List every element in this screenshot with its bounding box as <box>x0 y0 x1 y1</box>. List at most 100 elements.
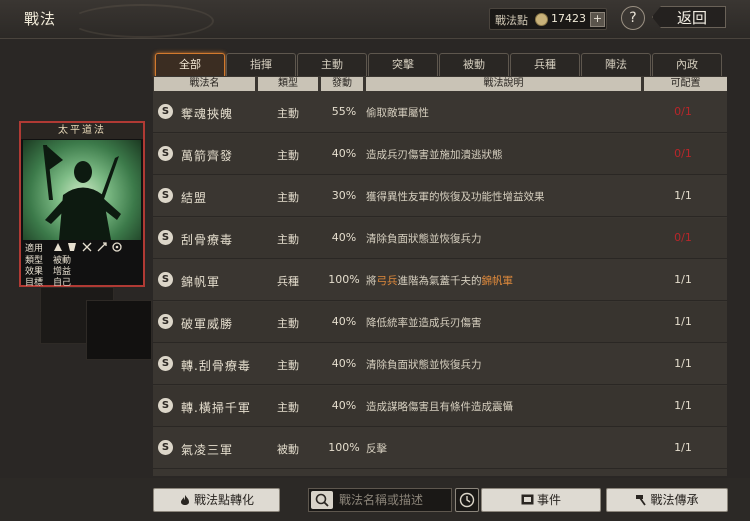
tactic-rate: 40% <box>331 315 357 328</box>
tactic-inherit-button[interactable]: 戰法傳承 <box>606 488 728 512</box>
tactic-desc: 偷取敵軍屬性 <box>366 107 429 119</box>
convert-points-label: 戰法點轉化 <box>193 493 254 507</box>
desc-text: 進階為氣蓋千夫的 <box>397 275 482 287</box>
grade-s-icon: S <box>158 188 173 203</box>
col-header-config: 可配置 <box>644 77 727 91</box>
tactic-name: 奪魂挾魄 <box>181 107 234 121</box>
tab-passive[interactable]: 被動 <box>439 53 509 76</box>
events-button[interactable]: 事件 <box>481 488 601 512</box>
tactic-name: 錦帆軍 <box>181 275 221 289</box>
tactic-rate: 100% <box>328 441 360 454</box>
fire-icon <box>180 495 189 505</box>
tactic-type: 主動 <box>277 107 299 120</box>
tactic-desc: 造成兵刃傷害並施加潰逃狀態 <box>366 149 503 161</box>
table-row[interactable]: S 結盟 主動 30% 獲得異性友軍的恢復及功能性增益效果 1/1 <box>153 176 727 217</box>
tactic-config: 1/1 <box>674 273 692 286</box>
table-header: 戰法名 類型 發動 戰法說明 可配置 <box>153 76 727 92</box>
tactic-type: 主動 <box>277 317 299 330</box>
hammer-icon <box>636 495 647 506</box>
table-body: S 奪魂挾魄 主動 55% 偷取敵軍屬性 0/1 S 萬箭齊發 主動 40% 造… <box>153 92 727 476</box>
search-field[interactable] <box>308 488 452 512</box>
col-header-desc: 戰法說明 <box>366 77 641 91</box>
grade-s-icon: S <box>158 356 173 371</box>
tactic-config: 1/1 <box>674 441 692 454</box>
tactic-type: 主動 <box>277 233 299 246</box>
tab-active[interactable]: 主動 <box>297 53 367 76</box>
tab-command[interactable]: 指揮 <box>226 53 296 76</box>
tactic-config: 1/1 <box>674 399 692 412</box>
scroll-icon <box>521 494 534 505</box>
tab-all[interactable]: 全部 <box>155 53 225 77</box>
col-header-name: 戰法名 <box>154 77 255 91</box>
table-row[interactable]: S 奪魂挾魄 主動 55% 偷取敵軍屬性 0/1 <box>153 92 727 133</box>
tactic-desc: 清除負面狀態並恢復兵力 <box>366 359 482 371</box>
top-bar: 戰法 戰法點 17423 + ? 返回 <box>0 0 750 39</box>
tactic-config: 1/1 <box>674 189 692 202</box>
desc-highlight-unit: 錦帆軍 <box>481 275 514 287</box>
tab-troop[interactable]: 兵種 <box>510 53 580 76</box>
help-button[interactable]: ? <box>621 6 645 30</box>
tactic-points-value: 17423 <box>551 12 586 25</box>
tactic-name: 氣凌三軍 <box>181 443 234 457</box>
tactic-config: 0/1 <box>674 105 692 118</box>
cloud-ornament <box>70 4 214 38</box>
tab-formation[interactable]: 陣法 <box>581 53 651 76</box>
tactic-desc: 將弓兵進階為氣蓋千夫的錦帆軍 <box>366 273 513 288</box>
tactic-points-label: 戰法點 <box>495 14 528 27</box>
tactic-desc: 造成謀略傷害且有條件造成震懾 <box>366 401 513 413</box>
col-header-rate: 發動 <box>321 77 363 91</box>
tactic-rate: 40% <box>331 231 357 244</box>
warrior-silhouette-icon <box>43 145 121 240</box>
tactic-name: 結盟 <box>181 191 208 205</box>
grade-s-icon: S <box>158 314 173 329</box>
tactic-name: 轉.橫掃千軍 <box>181 401 251 415</box>
search-input[interactable] <box>339 491 447 509</box>
tactic-rate: 40% <box>331 357 357 370</box>
page-title: 戰法 <box>24 10 57 28</box>
table-row[interactable]: S 轉.橫掃千軍 主動 40% 造成謀略傷害且有條件造成震懾 1/1 <box>153 386 727 427</box>
tactic-desc: 反擊 <box>366 443 387 455</box>
tactic-desc: 降低統率並造成兵刃傷害 <box>366 317 482 329</box>
tactic-desc: 清除負面狀態並恢復兵力 <box>366 233 482 245</box>
card-info-row-applies: 適用 <box>23 241 141 254</box>
table-row[interactable]: S 破軍威勝 主動 40% 降低統率並造成兵刃傷害 1/1 <box>153 302 727 343</box>
table-row[interactable]: S 刮骨療毒 主動 40% 清除負面狀態並恢復兵力 0/1 <box>153 218 727 259</box>
tab-internal[interactable]: 內政 <box>652 53 722 76</box>
desc-highlight-archer: 弓兵 <box>376 275 398 287</box>
tactic-type: 主動 <box>277 191 299 204</box>
tab-assault[interactable]: 突擊 <box>368 53 438 76</box>
convert-points-button[interactable]: 戰法點轉化 <box>153 488 280 512</box>
tactic-type: 兵種 <box>277 275 299 288</box>
tactic-name: 萬箭齊發 <box>181 149 234 163</box>
tactic-type: 被動 <box>277 443 299 456</box>
selected-tactic-card[interactable]: 太平道法 適用 類型 被動 效果 增益 目標 自己 <box>19 121 145 288</box>
tactic-desc: 獲得異性友軍的恢復及功能性增益效果 <box>366 191 545 203</box>
grade-s-icon: S <box>158 440 173 455</box>
unit-type-icons <box>54 242 122 252</box>
table-row[interactable]: S 萬箭齊發 主動 40% 造成兵刃傷害並施加潰逃狀態 0/1 <box>153 134 727 175</box>
card-value-target: 自己 <box>53 278 72 288</box>
back-button[interactable]: 返回 <box>652 6 726 28</box>
tactic-type: 主動 <box>277 359 299 372</box>
tactic-config: 0/1 <box>674 231 692 244</box>
events-label: 事件 <box>536 493 561 507</box>
clock-icon <box>459 492 475 508</box>
grade-s-icon: S <box>158 104 173 119</box>
card-label-target: 目標 <box>25 278 44 288</box>
search-icon <box>311 491 333 509</box>
history-button[interactable] <box>455 488 479 512</box>
table-row[interactable]: S 轉.刮骨療毒 主動 40% 清除負面狀態並恢復兵力 1/1 <box>153 344 727 385</box>
tactic-config: 1/1 <box>674 315 692 328</box>
bottom-bar: 戰法點轉化 事件 戰法傳承 <box>0 478 750 521</box>
add-points-button[interactable]: + <box>590 12 605 27</box>
tactic-name: 破軍威勝 <box>181 317 234 331</box>
table-row[interactable]: S 錦帆軍 兵種 100% 將弓兵進階為氣蓋千夫的錦帆軍 1/1 <box>153 260 727 301</box>
card-illustration <box>23 140 141 240</box>
card-stack-back-2 <box>86 300 152 360</box>
tactic-type: 主動 <box>277 149 299 162</box>
tactics-table: 戰法名 類型 發動 戰法說明 可配置 S 奪魂挾魄 主動 55% 偷取敵軍屬性 … <box>153 76 727 476</box>
table-row[interactable]: S 氣凌三軍 被動 100% 反擊 1/1 <box>153 428 727 469</box>
tactic-name: 刮骨療毒 <box>181 233 234 247</box>
col-header-type: 類型 <box>258 77 318 91</box>
tactic-config: 0/1 <box>674 147 692 160</box>
